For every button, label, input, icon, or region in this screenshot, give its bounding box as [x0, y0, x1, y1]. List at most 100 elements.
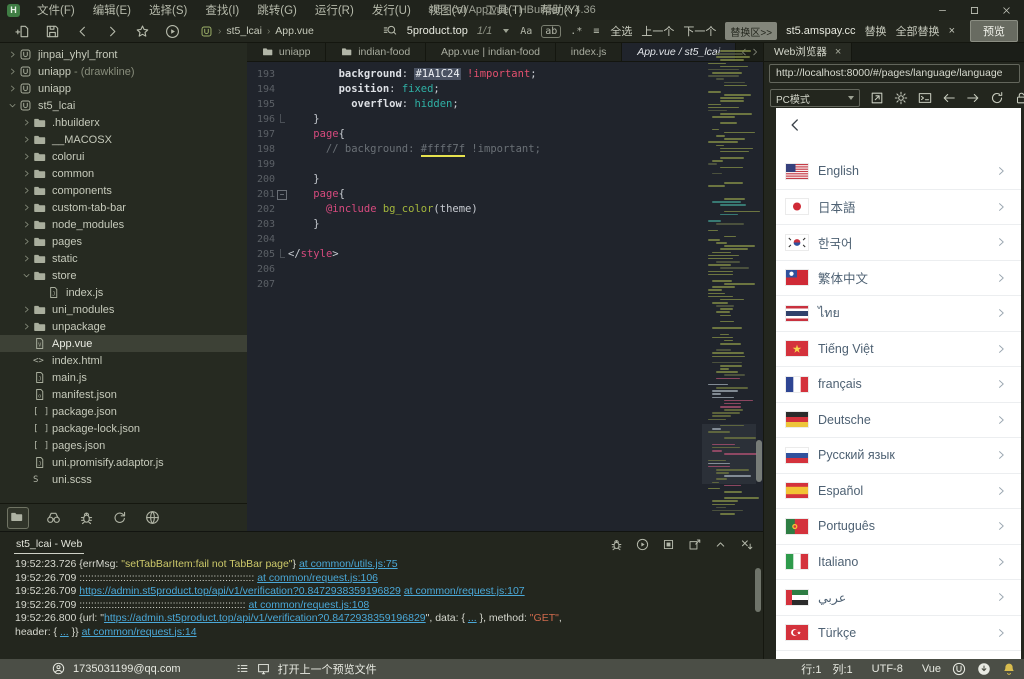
search-view-icon[interactable] [46, 510, 62, 526]
url-input[interactable]: http://localhost:8000/#/pages/language/l… [769, 64, 1020, 83]
menu-item-e[interactable]: 编辑(E) [84, 0, 140, 20]
back-button[interactable] [75, 24, 90, 39]
preserve-case-option[interactable]: ≡ [591, 26, 601, 37]
regex-option[interactable]: .* [568, 26, 584, 37]
stop-icon[interactable] [662, 538, 675, 551]
tree-item-node-modules[interactable]: node_modules [0, 216, 247, 233]
console-link[interactable]: at common/request.js:106 [257, 572, 378, 584]
close-browser-tab-icon[interactable]: × [835, 46, 841, 58]
sync-view-icon[interactable] [112, 510, 128, 526]
minimap[interactable] [702, 46, 760, 527]
fold-marker-icon[interactable]: − [277, 190, 287, 200]
tree-item-main-js[interactable]: Jmain.js [0, 369, 247, 386]
gear-icon[interactable] [894, 91, 908, 105]
expand-arrow-icon[interactable] [6, 48, 19, 61]
whole-word-option[interactable]: ab [541, 24, 562, 38]
expand-arrow-icon[interactable] [20, 252, 33, 265]
language-item-tw[interactable]: 繁体中文 [776, 261, 1021, 296]
tree-item-uniapp[interactable]: uniapp [0, 80, 247, 97]
open-window-icon[interactable] [688, 538, 701, 551]
run-circle-icon[interactable] [636, 538, 649, 551]
menu-item-u[interactable]: 发行(U) [363, 0, 420, 20]
close-find-icon[interactable]: × [949, 25, 955, 37]
collapse-arrow-icon[interactable] [6, 99, 19, 112]
lock-icon[interactable] [1014, 91, 1024, 105]
cursor-line[interactable]: 行:1 [801, 661, 821, 677]
match-case-option[interactable]: Aa [518, 26, 534, 37]
find-input[interactable]: 5product.top [407, 25, 468, 37]
tree-item-package-lock-json[interactable]: [ ] package-lock.json [0, 420, 247, 437]
find-next-button[interactable]: 下一个 [683, 23, 716, 39]
device-mode-select[interactable]: PC模式 [770, 89, 860, 107]
tree-item-st5-lcai[interactable]: st5_lcai [0, 97, 247, 114]
find-history-caret-icon[interactable] [503, 29, 510, 33]
tree-item-unpackage[interactable]: unpackage [0, 318, 247, 335]
replace-input[interactable]: st5.amspay.cc [786, 25, 856, 37]
editor-scrollbar[interactable] [756, 440, 762, 482]
popout-icon[interactable] [870, 91, 884, 105]
console-link[interactable]: ... [468, 612, 477, 624]
console-link[interactable]: at common/request.js:14 [82, 626, 197, 638]
editor-tab-indian-food[interactable]: indian-food [326, 42, 427, 61]
language-item-ti-ng-vi-t[interactable]: Tiếng Việt [776, 332, 1021, 367]
language-item-portugu-s[interactable]: Português [776, 509, 1021, 545]
run-button[interactable] [165, 24, 180, 39]
menu-item-s[interactable]: 选择(S) [140, 0, 196, 20]
menu-item-g[interactable]: 跳转(G) [248, 0, 306, 20]
open-last-preview-action[interactable]: 打开上一个预览文件 [278, 661, 377, 677]
close-icon[interactable] [990, 0, 1022, 20]
replace-all-button[interactable]: 全部替换 [896, 23, 940, 39]
expand-arrow-icon[interactable] [20, 116, 33, 129]
expand-arrow-icon[interactable] [20, 201, 33, 214]
files-view-icon[interactable] [7, 506, 29, 529]
maximize-icon[interactable] [958, 0, 990, 20]
tree-item-pages[interactable]: pages [0, 233, 247, 250]
tree-item-macosx[interactable]: __MACOSX [0, 131, 247, 148]
tree-item-store[interactable]: store [0, 267, 247, 284]
console-link[interactable]: https://admin.st5product.top/api/v1/veri… [104, 612, 426, 624]
bookmark-button[interactable] [135, 24, 150, 39]
collapse-panel-icon[interactable] [714, 538, 727, 551]
tree-item-static[interactable]: static [0, 250, 247, 267]
preview-file-icon[interactable] [257, 662, 271, 676]
tree-item-uni-scss[interactable]: Suni.scss [0, 471, 247, 488]
browser-back-icon[interactable] [942, 91, 956, 105]
editor-tab-app-vue-indian-food[interactable]: App.vue | indian-food [426, 42, 556, 61]
language-item-deutsche[interactable]: Deutsche [776, 403, 1021, 438]
language-item-ru[interactable]: Русский язык [776, 438, 1021, 474]
tree-item-colorui[interactable]: colorui [0, 148, 247, 165]
tree-item-jinpai-yhyl-front[interactable]: jinpai_yhyl_front [0, 46, 247, 63]
breadcrumb-file[interactable]: App.vue [275, 25, 314, 37]
web-view-icon[interactable] [145, 510, 161, 526]
expand-arrow-icon[interactable] [20, 218, 33, 231]
expand-arrow-icon[interactable] [20, 150, 33, 163]
tree-item-index-html[interactable]: <> index.html [0, 352, 247, 369]
expand-arrow-icon[interactable] [6, 82, 19, 95]
expand-arrow-icon[interactable] [20, 184, 33, 197]
language-item-ae[interactable]: عربي [776, 580, 1021, 616]
language-item-jp[interactable]: 日本語 [776, 190, 1021, 225]
language-item-t-rk-e[interactable]: Türkçe [776, 616, 1021, 651]
account-icon[interactable] [52, 662, 66, 676]
menu-item-f[interactable]: 文件(F) [28, 0, 84, 20]
editor-tab-uniapp[interactable]: uniapp [247, 42, 327, 61]
account-email[interactable]: 1735031199@qq.com [73, 663, 181, 675]
select-all-button[interactable]: 全选 [610, 23, 632, 39]
tree-item-pages-json[interactable]: [ ] pages.json [0, 437, 247, 454]
update-download-icon[interactable] [977, 662, 991, 676]
tree-item-components[interactable]: components [0, 182, 247, 199]
forward-button[interactable] [105, 24, 120, 39]
task-list-icon[interactable] [236, 662, 250, 676]
language-item-th[interactable]: ไทย [776, 296, 1021, 332]
expand-arrow-icon[interactable] [20, 235, 33, 248]
tree-item-index-js[interactable]: Jindex.js [0, 284, 247, 301]
console-link[interactable]: at common/utils.js:75 [299, 558, 398, 570]
find-previous-button[interactable]: 上一个 [641, 23, 674, 39]
menu-item-r[interactable]: 运行(R) [306, 0, 363, 20]
uniapp-status-icon[interactable] [952, 662, 966, 676]
console-scrollbar[interactable] [755, 568, 761, 612]
replace-zone-toggle[interactable]: 替换区>> [725, 22, 778, 40]
preview-button[interactable]: 预览 [970, 20, 1018, 42]
devtools-icon[interactable] [918, 91, 932, 105]
language-item-kr[interactable]: 한국어 [776, 225, 1021, 261]
